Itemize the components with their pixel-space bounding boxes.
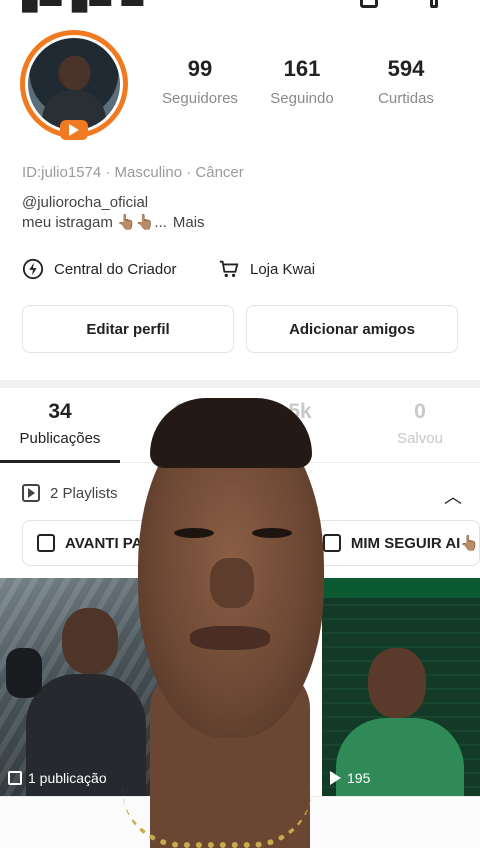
followers-count: 99 xyxy=(187,56,213,81)
stat-following[interactable]: 161 Seguindo xyxy=(252,56,352,107)
active-tab-indicator xyxy=(0,460,120,463)
stat-likes[interactable]: 594 Curtidas xyxy=(356,56,456,107)
thumbnail-3-views: 195 xyxy=(347,770,371,786)
tab-publications-count: 34 xyxy=(48,400,72,423)
profile-avatar[interactable] xyxy=(20,30,128,140)
creator-center-link[interactable]: Central do Criador xyxy=(22,256,177,282)
bio-text: meu istragam 👆🏽👆🏽... xyxy=(22,214,167,231)
profile-stats: 99 Seguidores 161 Seguindo 594 Curtidas xyxy=(150,56,470,116)
live-badge-icon xyxy=(56,116,92,142)
shop-label: Loja Kwai xyxy=(250,260,316,278)
stat-followers[interactable]: 99 Seguidores xyxy=(150,56,250,107)
tab-publications[interactable]: 34 Publicações xyxy=(0,400,120,447)
section-divider xyxy=(0,380,480,388)
likes-label: Curtidas xyxy=(378,90,434,107)
followers-label: Seguidores xyxy=(162,90,238,107)
top-title-cutoff: █▬ █▬ ▬ xyxy=(22,0,145,12)
lightning-icon xyxy=(22,258,44,280)
thumbnail-1-label: 1 publicação xyxy=(28,770,107,786)
likes-count: 594 xyxy=(387,56,425,81)
floating-video-overlay[interactable] xyxy=(110,398,350,848)
multi-post-icon xyxy=(8,771,22,785)
cart-icon xyxy=(219,260,239,278)
top-icon-left[interactable] xyxy=(360,0,378,8)
thumbnail-1-caption: 1 publicação xyxy=(8,770,107,786)
following-label: Seguindo xyxy=(270,90,334,107)
tab-saved-count: 0 xyxy=(414,400,426,423)
bio-more-link[interactable]: Mais xyxy=(173,214,205,231)
profile-meta: ID:julio1574 · Masculino · Câncer xyxy=(22,164,244,181)
shop-link[interactable]: Loja Kwai xyxy=(218,256,315,282)
playlists-label: 2 Playlists xyxy=(50,484,118,502)
add-friends-button[interactable]: Adicionar amigos xyxy=(246,305,458,353)
edit-profile-button[interactable]: Editar perfil xyxy=(22,305,234,353)
chevron-up-icon[interactable]: ︿ xyxy=(444,483,462,509)
playlist-icon xyxy=(22,484,40,502)
profile-handle[interactable]: @juliorocha_oficial xyxy=(22,194,148,211)
playlist-chip-icon xyxy=(37,534,55,552)
profile-bio: meu istragam 👆🏽👆🏽... Mais xyxy=(22,213,205,231)
tab-publications-label: Publicações xyxy=(19,430,101,447)
tab-saved[interactable]: 0 Salvou xyxy=(360,400,480,447)
tab-saved-label: Salvou xyxy=(397,430,443,447)
top-icon-right[interactable] xyxy=(430,0,438,8)
creator-center-label: Central do Criador xyxy=(54,260,177,278)
following-count: 161 xyxy=(283,56,321,81)
top-bar-cutoff: █▬ █▬ ▬ xyxy=(0,0,480,14)
playlist-chip-2-label: MIM SEGUIR AI👆🏽 xyxy=(350,535,479,552)
